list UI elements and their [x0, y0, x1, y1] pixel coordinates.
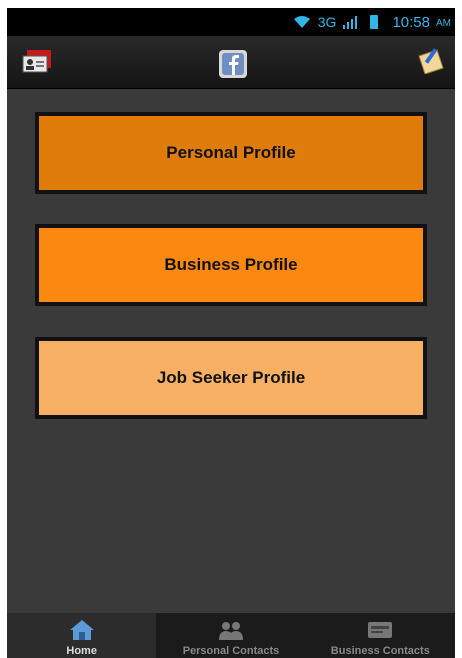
tab-personal-contacts-label: Personal Contacts — [182, 645, 280, 657]
edit-note-icon[interactable] — [415, 46, 447, 74]
facebook-icon[interactable] — [219, 50, 247, 78]
signal-icon — [343, 16, 358, 29]
people-icon — [218, 622, 243, 640]
tab-business-contacts-label: Business Contacts — [330, 645, 430, 657]
tab-home[interactable]: Home — [7, 613, 157, 658]
job-seeker-profile-button[interactable]: Job Seeker Profile — [35, 337, 427, 419]
clock-time: 10:58 — [392, 13, 430, 31]
network-type: 3G — [317, 14, 337, 30]
clock-ampm: AM — [436, 18, 451, 29]
phone-screen: 3G 10:58 AM Personal Profile Business Pr… — [7, 8, 455, 658]
card-icon — [368, 622, 393, 638]
wifi-icon — [293, 16, 310, 28]
home-icon — [69, 620, 94, 640]
bottom-tab-bar: Home Personal Contacts Business Contacts — [7, 613, 455, 658]
tab-business-contacts[interactable]: Business Contacts — [306, 613, 455, 658]
personal-profile-button[interactable]: Personal Profile — [35, 112, 427, 194]
business-profile-button[interactable]: Business Profile — [35, 224, 427, 306]
tab-home-label: Home — [66, 645, 97, 657]
action-bar — [7, 36, 455, 89]
contact-card-icon[interactable] — [21, 48, 53, 76]
tab-personal-contacts[interactable]: Personal Contacts — [156, 613, 305, 658]
status-bar: 3G 10:58 AM — [7, 8, 455, 36]
battery-icon — [370, 15, 379, 29]
